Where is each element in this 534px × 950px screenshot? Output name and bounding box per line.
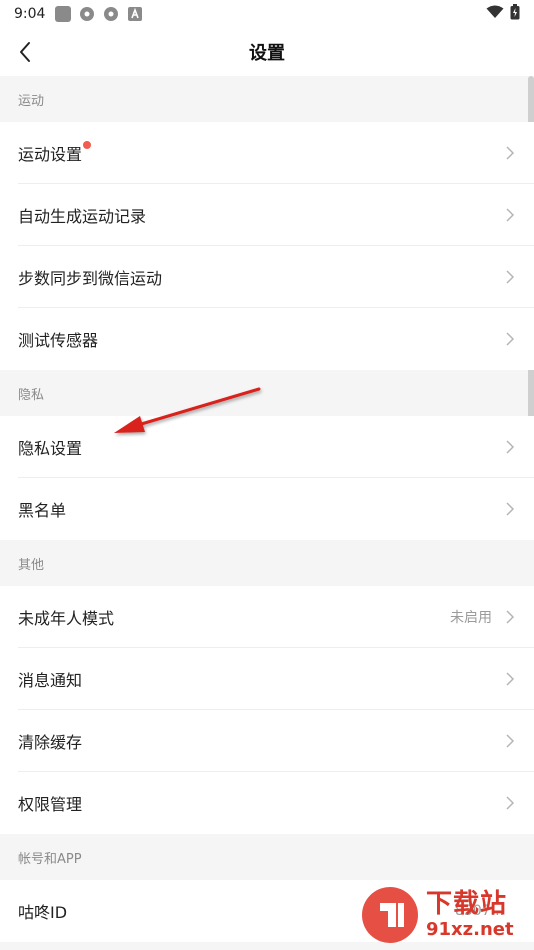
item-label: 隐私设置 — [18, 439, 83, 458]
item-label: 黑名单 — [18, 501, 67, 520]
battery-icon — [510, 4, 520, 24]
settings-item-minor-mode[interactable]: 未成年人模式 未启用 — [0, 586, 534, 648]
chevron-right-icon — [504, 609, 516, 625]
page-title: 设置 — [249, 43, 285, 64]
chevron-right-icon — [504, 501, 516, 517]
chevron-right-icon — [504, 671, 516, 687]
item-label: 权限管理 — [18, 795, 83, 814]
settings-item-permissions[interactable]: 权限管理 — [0, 772, 534, 834]
chevron-right-icon — [504, 269, 516, 285]
watermark-title: 下载站 — [426, 889, 508, 919]
settings-item-blacklist[interactable]: 黑名单 — [0, 478, 534, 540]
settings-item-wechat-sync[interactable]: 步数同步到微信运动 — [0, 246, 534, 308]
settings-list[interactable]: 运动 运动设置 自动生成运动记录 步数同步到微信运动 测试传感器 隐私 隐私设置… — [0, 76, 534, 942]
status-bar: 9:04 — [0, 0, 534, 28]
item-label: 清除缓存 — [18, 733, 83, 752]
section-header-account: 帐号和APP — [0, 834, 534, 880]
settings-item-auto-record[interactable]: 自动生成运动记录 — [0, 184, 534, 246]
aperture-icon — [103, 6, 119, 22]
chevron-right-icon — [504, 331, 516, 347]
chevron-right-icon — [504, 733, 516, 749]
settings-item-privacy-settings[interactable]: 隐私设置 — [0, 416, 534, 478]
item-label: 测试传感器 — [18, 331, 99, 350]
back-arrow-icon[interactable] — [14, 40, 38, 64]
item-label: 未成年人模式 — [18, 609, 115, 628]
badge-dot — [83, 141, 92, 149]
nav-bar: 设置 — [0, 28, 534, 76]
wifi-icon — [486, 5, 504, 23]
settings-item-notifications[interactable]: 消息通知 — [0, 648, 534, 710]
settings-item-sport-settings[interactable]: 运动设置 — [0, 122, 534, 184]
item-label: 咕咚ID — [18, 903, 68, 922]
section-header-sport: 运动 — [0, 76, 534, 122]
watermark: 下载站 91xz.net — [358, 880, 528, 950]
settings-item-clear-cache[interactable]: 清除缓存 — [0, 710, 534, 772]
chevron-right-icon — [504, 207, 516, 223]
chevron-right-icon — [504, 795, 516, 811]
item-value: 未启用 — [450, 610, 492, 626]
item-label: 步数同步到微信运动 — [18, 269, 163, 288]
settings-item-test-sensor[interactable]: 测试传感器 — [0, 308, 534, 370]
item-label: 运动设置 — [18, 145, 83, 164]
status-time: 9:04 — [14, 6, 46, 22]
notification-icon — [55, 6, 72, 22]
section-header-other: 其他 — [0, 540, 534, 586]
watermark-domain: 91xz.net — [426, 919, 514, 940]
chevron-right-icon — [504, 439, 516, 455]
chevron-right-icon — [504, 145, 516, 161]
aperture-icon — [79, 6, 95, 22]
item-label: 消息通知 — [18, 671, 83, 690]
item-label: 自动生成运动记录 — [18, 207, 147, 226]
watermark-logo-icon — [362, 887, 418, 943]
app-a-icon — [127, 6, 143, 22]
section-header-privacy: 隐私 — [0, 370, 534, 416]
